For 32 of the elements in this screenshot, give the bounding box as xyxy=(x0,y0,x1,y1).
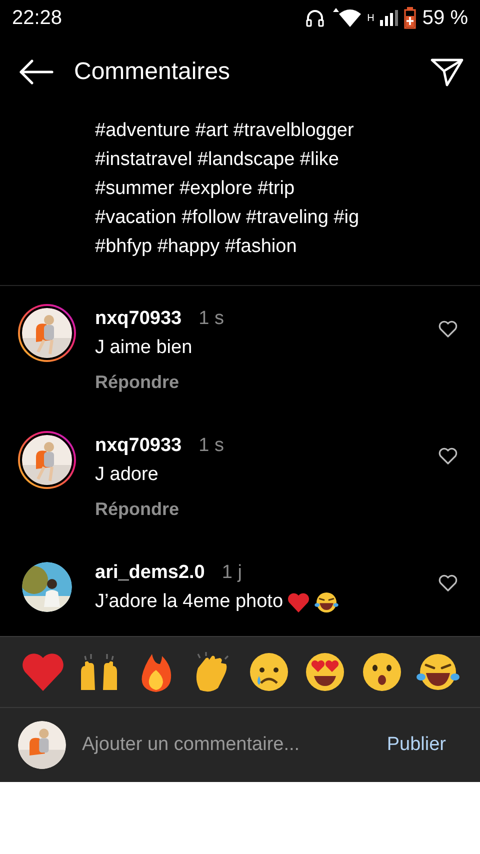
like-heart-icon[interactable] xyxy=(438,574,458,592)
comment-text: J adore xyxy=(95,464,158,486)
battery-icon xyxy=(404,7,416,29)
status-time: 22:28 xyxy=(12,6,62,30)
comment-username[interactable]: ari_dems2.0 xyxy=(95,562,205,584)
publish-button[interactable]: Publier xyxy=(378,730,462,760)
page-title: Commentaires xyxy=(74,58,232,86)
comment-text: J aime bien xyxy=(95,337,192,359)
battery-percent: 59 % xyxy=(422,6,468,30)
comment-username[interactable]: nxq70933 xyxy=(95,435,182,457)
tears-of-joy-emoji-icon xyxy=(314,590,340,614)
caption-hashtags: #vacation #follow #traveling #ig xyxy=(95,206,360,230)
network-type: H xyxy=(367,12,374,24)
comment-username[interactable]: nxq70933 xyxy=(95,308,182,330)
comment-time: 1 s xyxy=(198,435,224,457)
headphones-icon xyxy=(305,8,326,28)
reply-link[interactable]: Répondre xyxy=(95,372,180,393)
like-heart-icon[interactable] xyxy=(438,320,458,338)
wifi-icon xyxy=(331,8,362,28)
comment-time: 1 j xyxy=(222,562,242,584)
comment-time: 1 s xyxy=(198,308,224,330)
caption-hashtags: #summer #explore #trip xyxy=(95,177,296,201)
caption-hashtags: #adventure #art #travelblogger xyxy=(95,119,355,143)
like-heart-icon[interactable] xyxy=(438,447,458,465)
send-icon[interactable] xyxy=(430,57,464,87)
comment-text: J’adore la 4eme photo xyxy=(95,591,284,613)
comment-input[interactable]: Ajouter un commentaire... xyxy=(82,734,379,756)
caption-hashtags: #bhfyp #happy #fashion xyxy=(95,235,298,259)
caption-hashtags: #instatravel #landscape #like xyxy=(95,148,340,172)
reply-link[interactable]: Répondre xyxy=(95,499,180,520)
signal-icon xyxy=(380,10,398,26)
back-arrow-icon[interactable] xyxy=(18,59,54,85)
